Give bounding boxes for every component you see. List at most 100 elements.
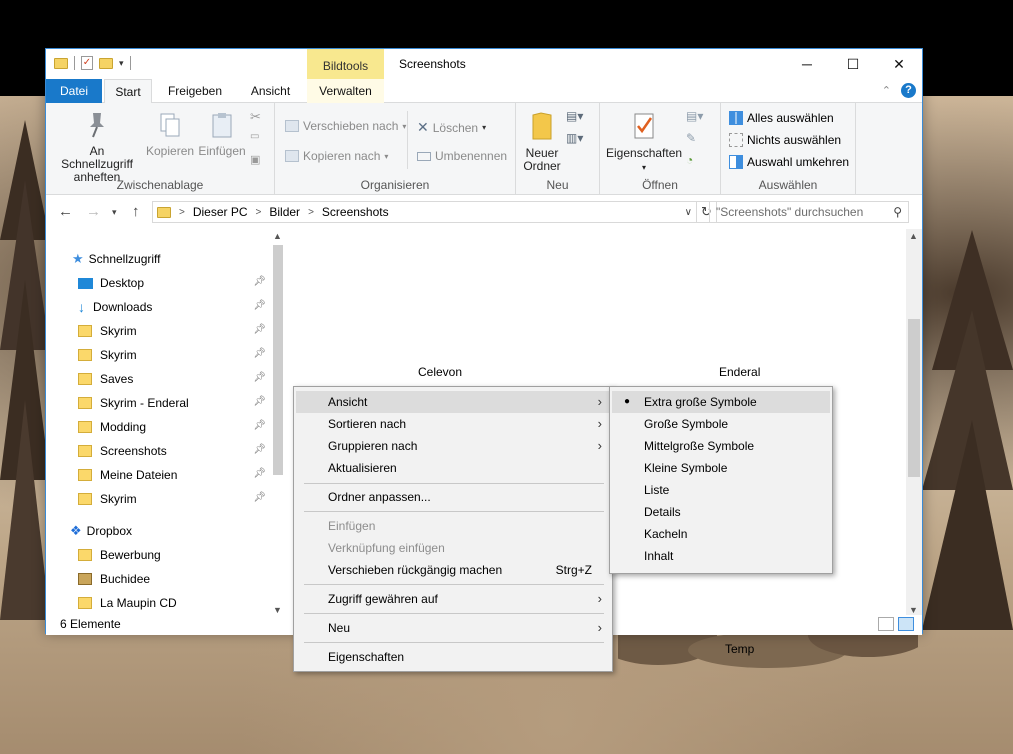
close-button[interactable]: ✕ [876, 49, 922, 79]
nav-item-desktop[interactable]: Desktop 📌︎ [78, 271, 268, 295]
search-box[interactable]: "Screenshots" durchsuchen ⚲ [709, 201, 909, 223]
breadcrumb-bilder[interactable]: Bilder [269, 205, 300, 219]
pin-quick-access-button[interactable]: An Schnellzugriff anheften [54, 111, 140, 184]
details-view-icon[interactable] [878, 617, 894, 631]
new-folder-button[interactable]: Neuer Ordner [520, 111, 564, 173]
address-bar[interactable]: > Dieser PC > Bilder > Screenshots ∨ [152, 201, 697, 223]
submenu-item-large-icons[interactable]: Große Symbole [612, 413, 830, 435]
breadcrumb-chevron-icon[interactable]: > [308, 207, 314, 218]
back-arrow-icon[interactable]: ← [58, 203, 73, 220]
menu-item-customize-folder[interactable]: Ordner anpassen... [296, 486, 610, 508]
easy-access-icon[interactable]: ▥▾ [566, 131, 583, 153]
folder-icon [78, 549, 92, 561]
submenu-item-small-icons[interactable]: Kleine Symbole [612, 457, 830, 479]
rename-button[interactable]: Umbenennen [417, 149, 507, 163]
navigation-pane-scrollbar[interactable]: ▲ ▼ [270, 229, 286, 619]
scroll-down-arrow-icon[interactable]: ▼ [273, 605, 282, 615]
menu-item-give-access[interactable]: Zugriff gewähren auf › [296, 588, 610, 610]
paste-shortcut-icon[interactable]: ▣ [250, 153, 268, 175]
edit-icon[interactable]: ✎ [686, 131, 703, 153]
delete-button[interactable]: ✕ Löschen ▾ [417, 119, 486, 136]
submenu-item-medium-icons[interactable]: Mittelgroße Symbole [612, 435, 830, 457]
paste-button[interactable]: Einfügen [196, 111, 248, 158]
properties-button[interactable]: Eigenschaften ▾ [606, 111, 682, 174]
search-icon[interactable]: ⚲ [893, 205, 902, 219]
tab-view[interactable]: Ansicht [243, 79, 298, 103]
submenu-item-label: Kacheln [644, 527, 688, 541]
menu-item-undo-move[interactable]: Verschieben rückgängig machen Strg+Z [296, 559, 610, 581]
breadcrumb-screenshots[interactable]: Screenshots [322, 205, 389, 219]
properties-check-icon[interactable]: ✓ [81, 56, 93, 70]
tab-share[interactable]: Freigeben [159, 79, 231, 103]
nav-dropbox[interactable]: ❖ Dropbox [70, 519, 295, 543]
large-icons-view-icon[interactable] [898, 617, 914, 631]
tab-start[interactable]: Start [104, 79, 152, 104]
nav-item-skyrim[interactable]: Skyrim 📌︎ [78, 343, 268, 367]
breadcrumb-chevron-icon[interactable]: > [179, 207, 185, 218]
menu-item-paste-shortcut[interactable]: Verknüpfung einfügen [296, 537, 610, 559]
submenu-item-tiles[interactable]: Kacheln [612, 523, 830, 545]
menu-item-properties[interactable]: Eigenschaften [296, 646, 610, 668]
folder-item-celevon[interactable]: Celevon [418, 365, 462, 379]
minimize-button[interactable]: ─ [784, 49, 830, 79]
nav-item-la-maupin-cd[interactable]: La Maupin CD [78, 591, 268, 615]
submenu-item-content[interactable]: Inhalt [612, 545, 830, 567]
scroll-up-arrow-icon[interactable]: ▲ [909, 231, 918, 241]
move-to-button[interactable]: Verschieben nach ▾ [285, 119, 406, 133]
address-dropdown-icon[interactable]: ∨ [685, 207, 692, 218]
collapse-ribbon-icon[interactable]: ⌃ [882, 84, 891, 97]
menu-item-group-by[interactable]: Gruppieren nach › [296, 435, 610, 457]
nav-item-meine-dateien[interactable]: Meine Dateien 📌︎ [78, 463, 268, 487]
new-folder-icon[interactable] [99, 57, 113, 69]
scroll-up-arrow-icon[interactable]: ▲ [273, 231, 282, 241]
properties-check-icon [606, 111, 682, 144]
open-with-icon[interactable]: ▤▾ [686, 109, 703, 131]
submenu-item-details[interactable]: Details [612, 501, 830, 523]
breadcrumb-chevron-icon[interactable]: > [256, 207, 262, 218]
menu-item-sort-by[interactable]: Sortieren nach › [296, 413, 610, 435]
nav-item-bewerbung[interactable]: Bewerbung [78, 543, 268, 567]
copy-button[interactable]: Kopieren [146, 111, 194, 158]
submenu-item-list[interactable]: Liste [612, 479, 830, 501]
up-arrow-icon[interactable]: ↑ [132, 203, 140, 220]
folder-item-temp[interactable]: Temp [725, 642, 754, 656]
nav-item-saves[interactable]: Saves 📌︎ [78, 367, 268, 391]
cut-icon[interactable]: ✂ [250, 109, 268, 131]
copy-to-button[interactable]: Kopieren nach ▾ [285, 149, 388, 163]
menu-item-new[interactable]: Neu › [296, 617, 610, 639]
nav-item-skyrim[interactable]: Skyrim 📌︎ [78, 487, 268, 511]
forward-arrow-icon[interactable]: → [86, 203, 101, 220]
scrollbar-thumb[interactable] [908, 319, 920, 477]
submenu-item-extra-large-icons[interactable]: ● Extra große Symbole [612, 391, 830, 413]
copy-path-icon[interactable]: ▭ [250, 131, 268, 153]
menu-item-refresh[interactable]: Aktualisieren [296, 457, 610, 479]
nav-quick-access[interactable]: ★ Schnellzugriff [72, 247, 297, 271]
scroll-down-arrow-icon[interactable]: ▼ [909, 605, 918, 615]
breadcrumb-dieser-pc[interactable]: Dieser PC [193, 205, 248, 219]
nav-item-skyrim-enderal[interactable]: Skyrim - Enderal 📌︎ [78, 391, 268, 415]
select-all-button[interactable]: Alles auswählen [729, 111, 834, 125]
history-icon[interactable]: ◔ [686, 153, 703, 175]
folder-item-enderal[interactable]: Enderal [719, 365, 760, 379]
group-new-label: Neu [546, 178, 569, 192]
menu-item-label: Ansicht [328, 395, 368, 409]
maximize-button[interactable]: ☐ [830, 49, 876, 79]
customize-toolbar-dropdown-icon[interactable]: ▾ [119, 58, 124, 69]
tab-manage[interactable]: Verwalten [307, 79, 384, 103]
help-icon[interactable]: ? [901, 83, 916, 98]
select-none-button[interactable]: Nichts auswählen [729, 133, 841, 147]
menu-item-paste[interactable]: Einfügen [296, 515, 610, 537]
content-scrollbar[interactable]: ▲ ▼ [906, 229, 922, 619]
nav-item-modding[interactable]: Modding 📌︎ [78, 415, 268, 439]
invert-selection-button[interactable]: Auswahl umkehren [729, 155, 849, 169]
nav-item-buchidee[interactable]: Buchidee [78, 567, 268, 591]
recent-locations-chevron-icon[interactable]: ▾ [112, 207, 117, 218]
quick-access-toolbar: ✓ ▾ [54, 56, 131, 70]
nav-item-downloads[interactable]: ↓ Downloads 📌︎ [78, 295, 268, 319]
menu-item-view[interactable]: Ansicht › [296, 391, 610, 413]
scrollbar-thumb[interactable] [273, 245, 283, 475]
new-item-icon[interactable]: ▤▾ [566, 109, 583, 131]
tab-file[interactable]: Datei [46, 79, 102, 103]
nav-item-skyrim[interactable]: Skyrim 📌︎ [78, 319, 268, 343]
nav-item-screenshots[interactable]: Screenshots 📌︎ [78, 439, 268, 463]
